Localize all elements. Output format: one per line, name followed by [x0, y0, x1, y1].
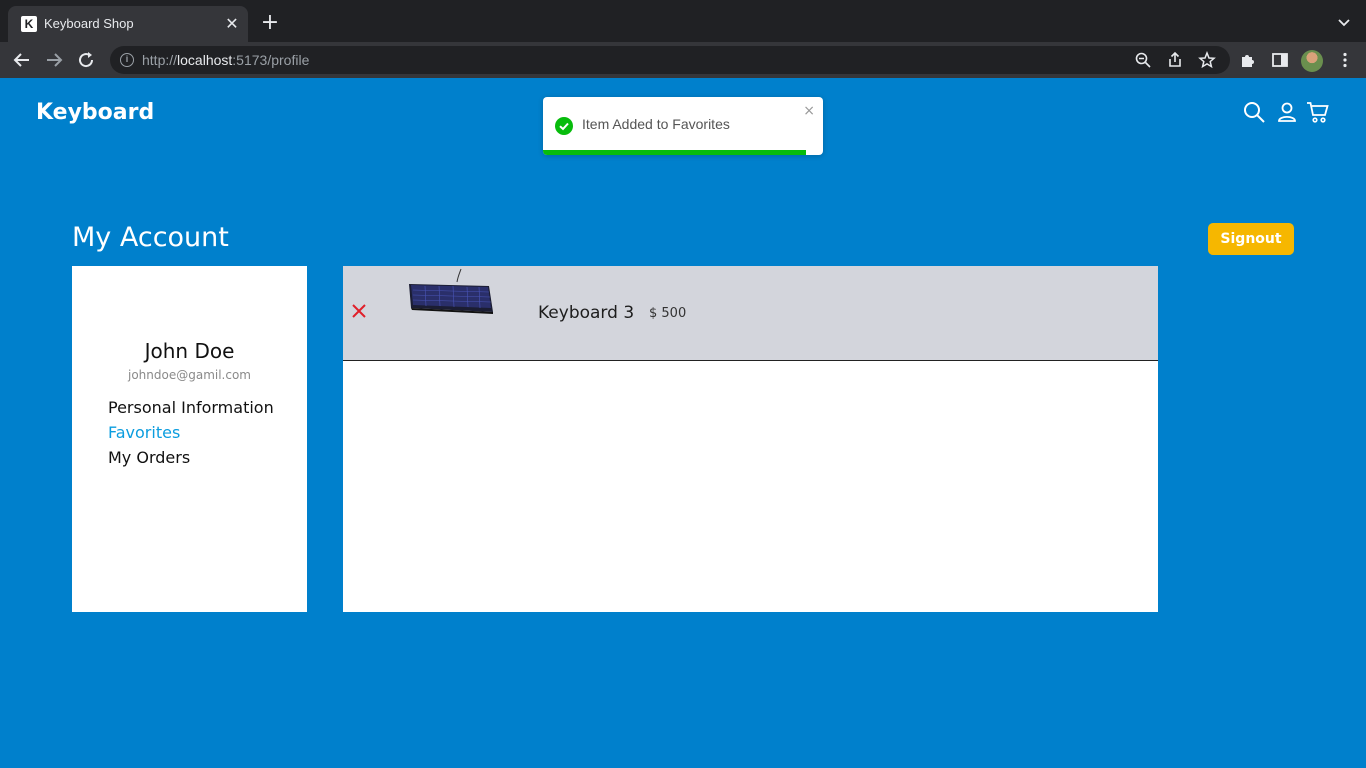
toast-progress-bar — [543, 150, 807, 155]
remove-icon[interactable] — [351, 303, 367, 319]
tab-favicon-icon: K — [21, 16, 37, 32]
item-name[interactable]: Keyboard 3 — [538, 303, 634, 323]
signout-button[interactable]: Signout — [1208, 223, 1294, 255]
site-logo[interactable]: Keyboard — [36, 100, 154, 125]
forward-arrow-icon[interactable] — [42, 48, 66, 72]
success-check-icon — [555, 117, 573, 135]
back-arrow-icon[interactable] — [10, 48, 34, 72]
profile-avatar[interactable] — [1301, 50, 1323, 72]
url-path: :5173/profile — [232, 52, 310, 68]
keyboard-product-image — [409, 268, 493, 314]
bookmark-star-icon[interactable] — [1198, 51, 1216, 69]
extensions-puzzle-icon[interactable] — [1239, 51, 1257, 69]
address-bar[interactable]: i http://localhost:5173/profile — [110, 46, 1230, 74]
url-text[interactable]: http://localhost:5173/profile — [142, 52, 309, 68]
item-price: $ 500 — [649, 306, 687, 321]
tab-close-icon[interactable]: ✕ — [222, 14, 242, 34]
user-icon[interactable] — [1275, 100, 1299, 124]
url-scheme: http:// — [142, 52, 178, 68]
toast-close-icon[interactable]: × — [803, 103, 815, 119]
list-item: Keyboard 3 $ 500 — [343, 266, 1158, 361]
zoom-icon[interactable] — [1134, 51, 1152, 69]
browser-tab[interactable]: K Keyboard Shop ✕ — [8, 6, 248, 42]
page-title: My Account — [72, 222, 229, 253]
sidebar-item-personal-information[interactable]: Personal Information — [108, 398, 274, 417]
new-tab-button[interactable]: + — [258, 12, 282, 36]
sidebar-item-favorites[interactable]: Favorites — [108, 423, 180, 442]
cart-icon[interactable] — [1306, 100, 1330, 124]
reload-icon[interactable] — [74, 48, 98, 72]
sidebar-item-my-orders[interactable]: My Orders — [108, 448, 190, 467]
user-name: John Doe — [144, 339, 235, 363]
search-icon[interactable] — [1242, 100, 1266, 124]
browser-toolbar: i http://localhost:5173/profile — [0, 42, 1366, 78]
user-email: johndoe@gamil.com — [128, 368, 251, 382]
toast-notification[interactable]: Item Added to Favorites × — [543, 97, 823, 155]
page: Keyboard Item Added to Favorites × My Ac… — [0, 78, 1366, 768]
favorites-panel: Keyboard 3 $ 500 — [343, 266, 1158, 612]
site-info-icon[interactable]: i — [120, 53, 134, 67]
account-sidebar: John Doe johndoe@gamil.com Personal Info… — [72, 266, 307, 612]
tab-title: Keyboard Shop — [44, 16, 134, 31]
side-panel-icon[interactable] — [1271, 51, 1289, 69]
toast-message: Item Added to Favorites — [582, 116, 730, 132]
tab-search-chevron-icon[interactable] — [1336, 14, 1352, 30]
url-host: localhost — [177, 52, 233, 68]
browser-tab-bar: K Keyboard Shop ✕ + — [0, 0, 1366, 42]
browser-menu-icon[interactable] — [1336, 51, 1354, 69]
share-icon[interactable] — [1166, 51, 1184, 69]
